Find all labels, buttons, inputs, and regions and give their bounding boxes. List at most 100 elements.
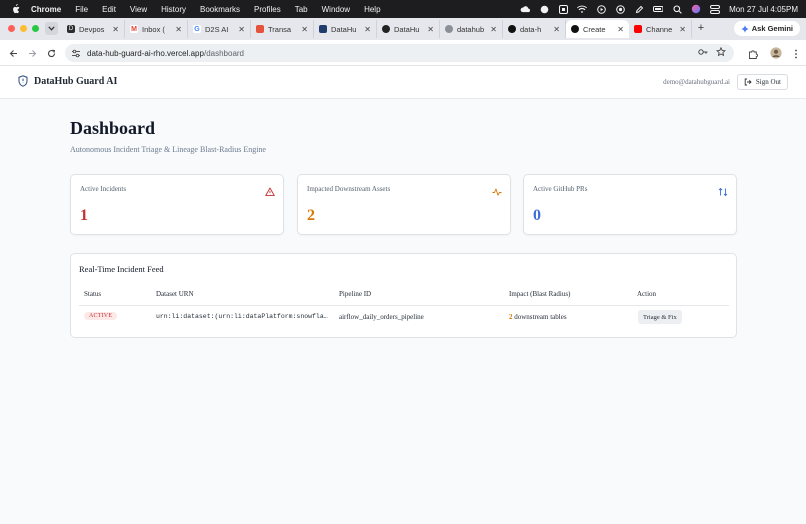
tab-label: Devpos [79, 24, 105, 34]
pen-icon[interactable] [634, 4, 644, 14]
url-path: /dashboard [203, 48, 244, 58]
close-tab-icon[interactable]: ✕ [112, 25, 119, 34]
pull-request-icon [718, 184, 728, 197]
close-tab-icon[interactable]: ✕ [617, 25, 624, 34]
pipeline-id: airflow_daily_orders_pipeline [339, 313, 424, 321]
close-tab-icon[interactable]: ✕ [679, 25, 686, 34]
browser-tab[interactable]: M Inbox ( ✕ [125, 20, 188, 38]
stat-value: 0 [533, 207, 541, 224]
play-icon[interactable] [596, 4, 606, 14]
activity-icon [492, 184, 502, 196]
brand[interactable]: DataHub Guard AI [18, 75, 117, 87]
google-icon: G [193, 25, 201, 33]
macos-menubar: Chrome File Edit View History Bookmarks … [0, 0, 806, 18]
menu-profiles[interactable]: Profiles [254, 5, 281, 14]
menu-tab[interactable]: Tab [295, 5, 308, 14]
close-tab-icon[interactable]: ✕ [238, 25, 245, 34]
menu-view[interactable]: View [130, 5, 147, 14]
menu-file[interactable]: File [75, 5, 88, 14]
ask-gemini-button[interactable]: Ask Gemini [733, 21, 800, 36]
browser-tab[interactable]: datahub ✕ [440, 20, 503, 38]
close-tab-icon[interactable]: ✕ [364, 25, 371, 34]
page-title: Dashboard [70, 118, 156, 138]
main-content: Dashboard Autonomous Incident Triage & L… [0, 99, 806, 524]
plus-icon: + [697, 22, 705, 34]
menu-help[interactable]: Help [364, 5, 380, 14]
globe-icon [445, 25, 453, 33]
tab-search-button[interactable] [45, 22, 58, 35]
reload-icon [47, 49, 55, 57]
browser-tab[interactable]: D Devpos ✕ [62, 20, 125, 38]
stat-label: Active GitHub PRs [533, 185, 588, 193]
menu-bookmarks[interactable]: Bookmarks [200, 5, 240, 14]
browser-tab[interactable]: Channe ✕ [629, 20, 692, 38]
close-tab-icon[interactable]: ✕ [553, 25, 560, 34]
minimize-window-button[interactable] [20, 25, 27, 32]
menu-app-name[interactable]: Chrome [31, 5, 61, 14]
wifi-icon[interactable] [577, 4, 588, 14]
github-icon [382, 25, 390, 33]
tab-list: D Devpos ✕ M Inbox ( ✕ G D2S AI ✕ Transa… [62, 20, 692, 40]
search-icon[interactable] [672, 4, 682, 14]
tab-label: DataHu [394, 24, 420, 34]
browser-tab-strip: D Devpos ✕ M Inbox ( ✕ G D2S AI ✕ Transa… [0, 18, 806, 40]
password-key-icon[interactable] [698, 47, 708, 59]
bookmark-star-icon[interactable] [715, 46, 727, 59]
close-tab-icon[interactable]: ✕ [175, 25, 182, 34]
close-window-button[interactable] [8, 25, 15, 32]
browser-tab[interactable]: Transa ✕ [251, 20, 314, 38]
forward-button[interactable] [25, 46, 39, 60]
grid-icon[interactable] [558, 4, 568, 14]
chevron-down-icon [48, 26, 55, 31]
browser-toolbar: data-hub-guard-ai-rho.vercel.app/dashboa… [0, 40, 806, 66]
back-button[interactable] [6, 46, 20, 60]
sign-out-button[interactable]: Sign Out [736, 74, 788, 90]
arrow-left-icon [9, 49, 17, 57]
browser-tab[interactable]: data-h ✕ [503, 20, 566, 38]
maximize-window-button[interactable] [32, 25, 39, 32]
site-settings-icon[interactable] [71, 48, 81, 58]
battery-icon[interactable] [653, 4, 664, 14]
vercel-icon [571, 25, 579, 33]
tab-label: Channe [646, 24, 673, 34]
triage-fix-button[interactable]: Triage & Fix [638, 310, 682, 324]
reload-button[interactable] [44, 46, 58, 60]
record-icon[interactable] [615, 4, 625, 14]
apple-icon[interactable] [9, 3, 21, 15]
app-icon [256, 25, 264, 33]
more-menu-icon[interactable] [794, 46, 798, 64]
profile-avatar[interactable] [770, 46, 782, 64]
close-tab-icon[interactable]: ✕ [427, 25, 434, 34]
sign-out-label: Sign Out [755, 78, 781, 86]
new-tab-button[interactable]: + [694, 21, 708, 35]
menu-window[interactable]: Window [322, 5, 350, 14]
user-email: demo@datahubguard.ai [663, 78, 730, 86]
close-tab-icon[interactable]: ✕ [301, 25, 308, 34]
stat-label: Impacted Downstream Assets [307, 185, 391, 193]
stat-card-active-incidents: Active Incidents 1 [70, 174, 284, 235]
column-header-pipeline-id: Pipeline ID [339, 290, 372, 298]
browser-tab[interactable]: DataHu ✕ [314, 20, 377, 38]
tab-label: datahub [457, 24, 485, 34]
extensions-icon[interactable] [748, 46, 758, 64]
menu-history[interactable]: History [161, 5, 186, 14]
tab-label: D2S AI [205, 24, 229, 34]
browser-tab-active[interactable]: Create ✕ [566, 20, 629, 38]
vercel-icon [508, 25, 516, 33]
menu-edit[interactable]: Edit [102, 5, 116, 14]
status-circle-icon[interactable] [539, 4, 549, 14]
cloud-icon[interactable] [520, 4, 531, 14]
status-badge: ACTIVE [84, 312, 118, 320]
dataset-urn: urn:li:dataset:(urn:li:dataPlatform:snow… [156, 313, 328, 320]
menubar-datetime[interactable]: Mon 27 Jul 4:05PM [729, 5, 798, 14]
page-subtitle: Autonomous Incident Triage & Lineage Bla… [70, 145, 266, 154]
control-center-icon[interactable] [710, 4, 721, 14]
siri-icon[interactable] [691, 4, 701, 14]
browser-tab[interactable]: DataHu ✕ [377, 20, 440, 38]
close-tab-icon[interactable]: ✕ [490, 25, 497, 34]
browser-tab[interactable]: G D2S AI ✕ [188, 20, 251, 38]
address-bar[interactable]: data-hub-guard-ai-rho.vercel.app/dashboa… [65, 44, 734, 62]
url-host: data-hub-guard-ai-rho.vercel.app [87, 48, 204, 58]
stat-card-impacted-assets: Impacted Downstream Assets 2 [297, 174, 511, 235]
stat-value: 1 [80, 207, 88, 224]
